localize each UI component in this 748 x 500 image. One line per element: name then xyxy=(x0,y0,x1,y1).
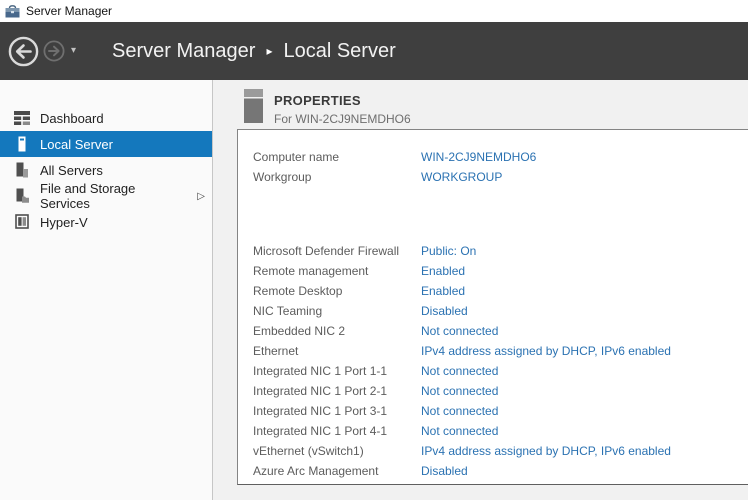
property-value-link[interactable]: Not connected xyxy=(421,404,498,418)
sidebar-item-label: Dashboard xyxy=(40,111,104,126)
sidebar-item-dashboard[interactable]: Dashboard xyxy=(0,105,212,131)
property-row: Workgroup WORKGROUP xyxy=(238,167,748,187)
window-title: Server Manager xyxy=(26,4,112,18)
sidebar-item-hyper-v[interactable]: Hyper-V xyxy=(0,209,212,235)
file-storage-icon xyxy=(13,188,30,204)
property-value-link[interactable]: IPv4 address assigned by DHCP, IPv6 enab… xyxy=(421,444,671,458)
forward-arrow-icon xyxy=(43,40,65,62)
local-server-icon xyxy=(13,136,30,152)
properties-group-status: Microsoft Defender Firewall Public: On R… xyxy=(238,241,748,481)
property-label: Computer name xyxy=(253,150,421,164)
property-value-link[interactable]: Not connected xyxy=(421,384,498,398)
back-button[interactable] xyxy=(8,36,39,67)
property-row: NIC Teaming Disabled xyxy=(238,301,748,321)
properties-tile-header: PROPERTIES For WIN-2CJ9NEMDHO6 xyxy=(244,89,411,126)
breadcrumb: Server Manager ▸ Local Server xyxy=(112,40,396,63)
properties-panel: Computer name WIN-2CJ9NEMDHO6 Workgroup … xyxy=(237,129,748,485)
sidebar-item-label: Hyper-V xyxy=(40,215,88,230)
property-row: Microsoft Defender Firewall Public: On xyxy=(238,241,748,261)
property-value-link[interactable]: WORKGROUP xyxy=(421,170,502,184)
sidebar-item-file-storage-services[interactable]: File and Storage Services ▷ xyxy=(0,183,212,209)
property-row: Remote management Enabled xyxy=(238,261,748,281)
property-label: vEthernet (vSwitch1) xyxy=(253,444,421,458)
forward-button[interactable] xyxy=(43,40,65,62)
server-manager-app-icon xyxy=(5,5,20,18)
property-value-link[interactable]: Disabled xyxy=(421,464,468,478)
property-label: NIC Teaming xyxy=(253,304,421,318)
property-value-link[interactable]: Disabled xyxy=(421,304,468,318)
submenu-chevron-icon[interactable]: ▷ xyxy=(197,191,205,202)
property-label: Embedded NIC 2 xyxy=(253,324,421,338)
property-row: vEthernet (vSwitch1) IPv4 address assign… xyxy=(238,441,748,461)
property-value-link[interactable]: IPv4 address assigned by DHCP, IPv6 enab… xyxy=(421,344,671,358)
property-value-link[interactable]: Enabled xyxy=(421,284,465,298)
property-row: Integrated NIC 1 Port 3-1 Not connected xyxy=(238,401,748,421)
property-row: Integrated NIC 1 Port 4-1 Not connected xyxy=(238,421,748,441)
property-row: Embedded NIC 2 Not connected xyxy=(238,321,748,341)
property-label: Integrated NIC 1 Port 4-1 xyxy=(253,424,421,438)
navigation-bar: ▾ Server Manager ▸ Local Server xyxy=(0,22,748,80)
hyper-v-icon xyxy=(13,214,30,230)
all-servers-icon xyxy=(13,162,30,178)
property-label: Microsoft Defender Firewall xyxy=(253,244,421,258)
property-label: Azure Arc Management xyxy=(253,464,421,478)
property-value-link[interactable]: Not connected xyxy=(421,324,498,338)
sidebar-item-label: File and Storage Services xyxy=(40,181,187,211)
property-label: Remote Desktop xyxy=(253,284,421,298)
section-subtitle: For WIN-2CJ9NEMDHO6 xyxy=(274,112,411,126)
server-manager-window: Server Manager ▾ xyxy=(0,0,748,500)
breadcrumb-current: Local Server xyxy=(283,40,395,63)
property-label: Ethernet xyxy=(253,344,421,358)
property-row: Remote Desktop Enabled xyxy=(238,281,748,301)
breadcrumb-root[interactable]: Server Manager xyxy=(112,40,255,63)
dashboard-grid-icon xyxy=(13,110,30,126)
property-label: Integrated NIC 1 Port 2-1 xyxy=(253,384,421,398)
sidebar-item-label: All Servers xyxy=(40,163,103,178)
property-value-link[interactable]: Public: On xyxy=(421,244,476,258)
property-value-link[interactable]: Not connected xyxy=(421,424,498,438)
window-titlebar: Server Manager xyxy=(0,0,748,22)
nav-history-dropdown-icon[interactable]: ▾ xyxy=(71,46,76,56)
property-value-link[interactable]: Enabled xyxy=(421,264,465,278)
main-content: PROPERTIES For WIN-2CJ9NEMDHO6 Computer … xyxy=(213,80,748,500)
property-row: Ethernet IPv4 address assigned by DHCP, … xyxy=(238,341,748,361)
breadcrumb-separator-icon: ▸ xyxy=(266,44,272,58)
nav-buttons: ▾ xyxy=(8,36,76,67)
property-label: Integrated NIC 1 Port 3-1 xyxy=(253,404,421,418)
sidebar-nav: Dashboard Local Server All Servers xyxy=(0,80,213,500)
sidebar-item-label: Local Server xyxy=(40,137,113,152)
sidebar-item-local-server[interactable]: Local Server xyxy=(0,131,212,157)
properties-group-identity: Computer name WIN-2CJ9NEMDHO6 Workgroup … xyxy=(238,147,748,187)
property-row: Integrated NIC 1 Port 2-1 Not connected xyxy=(238,381,748,401)
property-label: Integrated NIC 1 Port 1-1 xyxy=(253,364,421,378)
property-row: Azure Arc Management Disabled xyxy=(238,461,748,481)
back-arrow-icon xyxy=(8,36,39,67)
property-label: Workgroup xyxy=(253,170,421,184)
section-title: PROPERTIES xyxy=(274,93,411,108)
property-row: Integrated NIC 1 Port 1-1 Not connected xyxy=(238,361,748,381)
property-value-link[interactable]: Not connected xyxy=(421,364,498,378)
property-value-link[interactable]: WIN-2CJ9NEMDHO6 xyxy=(421,150,536,164)
property-label: Remote management xyxy=(253,264,421,278)
server-tower-icon xyxy=(244,89,263,126)
sidebar-item-all-servers[interactable]: All Servers xyxy=(0,157,212,183)
property-row: Computer name WIN-2CJ9NEMDHO6 xyxy=(238,147,748,167)
